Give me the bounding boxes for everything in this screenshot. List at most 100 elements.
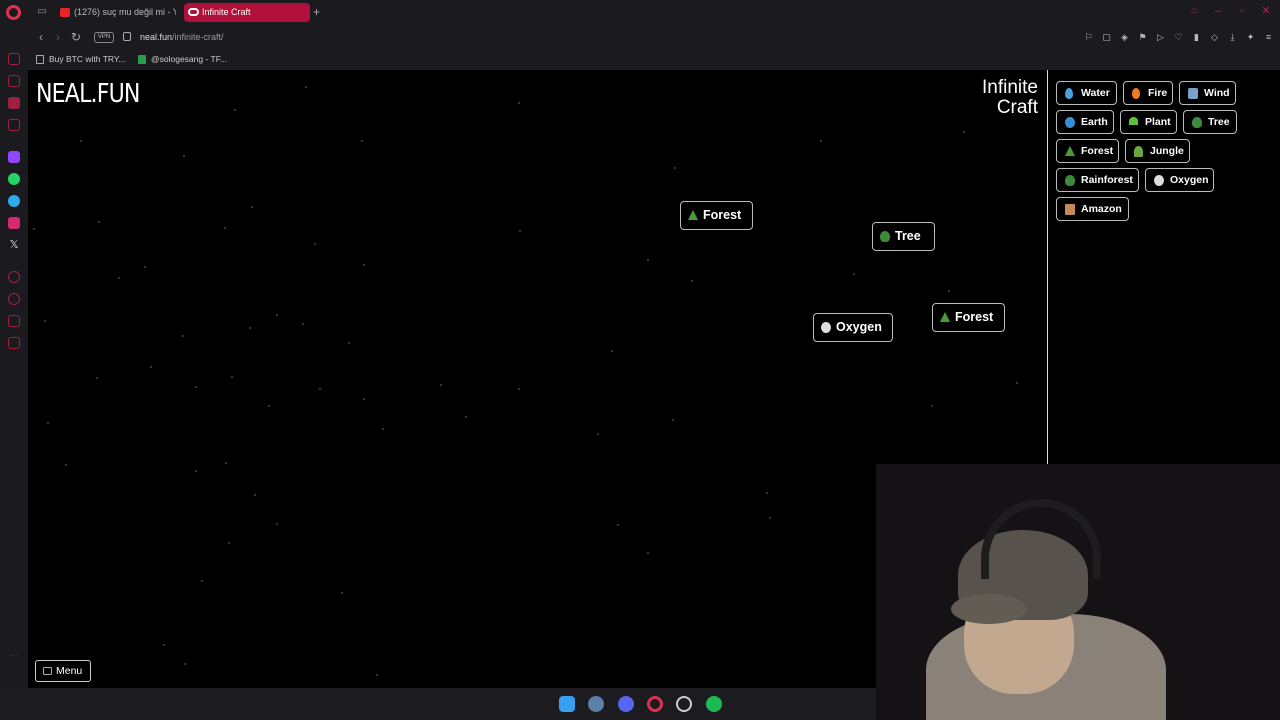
minimize-icon[interactable]: – bbox=[1212, 5, 1224, 17]
sidebar-item-rainforest[interactable]: Rainforest bbox=[1056, 168, 1139, 192]
item-label: Oxygen bbox=[1170, 174, 1209, 186]
x-icon[interactable]: 𝕏 bbox=[8, 239, 20, 251]
address-bar-tools: ⚐ ▢ ◈ ⚑ ▷ ♡ ▮ ◇ ⤓ ✦ ≡ bbox=[1083, 31, 1274, 43]
box-icon bbox=[1065, 204, 1075, 215]
bookmark-icon[interactable]: ⚐ bbox=[1083, 31, 1094, 43]
url-path: /infinite-craft/ bbox=[172, 32, 224, 42]
item-label: Tree bbox=[1208, 116, 1230, 128]
wind-icon bbox=[1188, 88, 1198, 99]
seedling-icon bbox=[1129, 117, 1138, 125]
menu-button[interactable]: Menu bbox=[35, 660, 91, 682]
sidebar-item-jungle[interactable]: Jungle bbox=[1125, 139, 1190, 163]
ai-icon[interactable]: ✦ bbox=[1245, 31, 1256, 43]
download-icon[interactable]: ⤓ bbox=[1227, 31, 1238, 43]
browser-tab-bar: ▭ (1276) suç mu değil mi - Yo Infinite C… bbox=[0, 0, 1280, 25]
item-label: Wind bbox=[1204, 87, 1230, 99]
item-label: Water bbox=[1081, 87, 1110, 99]
flow-icon[interactable] bbox=[8, 97, 20, 109]
canvas-item-oxygen[interactable]: Oxygen bbox=[813, 313, 893, 342]
sidebar-item-amazon[interactable]: Amazon bbox=[1056, 197, 1129, 221]
menu-icon[interactable]: ≡ bbox=[1263, 31, 1274, 43]
evergreen-tree-icon bbox=[688, 210, 698, 220]
forward-icon[interactable]: › bbox=[52, 31, 64, 44]
tools-icon[interactable] bbox=[8, 119, 20, 131]
opera-sidebar: 𝕏 ··· bbox=[0, 25, 28, 688]
bookmark-sologesang[interactable]: @sologesang - TF... bbox=[138, 54, 227, 64]
bookmark-label: @sologesang - TF... bbox=[151, 54, 228, 64]
opera-taskbar-icon[interactable] bbox=[647, 696, 663, 712]
item-label: Forest bbox=[1081, 145, 1114, 157]
canvas-item-forest[interactable]: Forest bbox=[932, 303, 1005, 332]
sidebar-item-oxygen[interactable]: Oxygen bbox=[1145, 168, 1214, 192]
sidebar-item-forest[interactable]: Forest bbox=[1056, 139, 1119, 163]
url-host: neal.fun bbox=[140, 32, 173, 42]
spotify-icon[interactable] bbox=[706, 696, 722, 712]
player-icon[interactable] bbox=[8, 271, 20, 283]
translate-icon[interactable]: ⚑ bbox=[1137, 31, 1148, 43]
deciduous-tree-icon bbox=[1065, 175, 1075, 186]
canvas-item-forest[interactable]: Forest bbox=[680, 201, 753, 230]
telegram-icon[interactable] bbox=[8, 195, 20, 207]
menu-icon bbox=[43, 667, 52, 675]
tab-youtube[interactable]: (1276) suç mu değil mi - Yo bbox=[56, 3, 176, 22]
item-label: Amazon bbox=[1081, 203, 1122, 215]
search-icon[interactable]: ○ bbox=[1188, 5, 1200, 17]
opera-logo-icon[interactable] bbox=[6, 5, 21, 20]
snapshot-icon[interactable]: ▢ bbox=[1101, 31, 1112, 43]
steam-icon[interactable] bbox=[588, 696, 604, 712]
item-label: Rainforest bbox=[1081, 174, 1133, 186]
vpn-badge[interactable]: VPN bbox=[94, 32, 114, 43]
sidebar-item-earth[interactable]: Earth bbox=[1056, 110, 1114, 134]
tab-menu-icon[interactable]: ▭ bbox=[36, 6, 48, 18]
tab-infinite-craft[interactable]: Infinite Craft bbox=[184, 3, 310, 22]
url-field[interactable]: neal.fun/infinite-craft/ bbox=[140, 32, 224, 42]
settings-icon[interactable] bbox=[8, 337, 20, 349]
taskbar bbox=[0, 688, 876, 720]
page-icon bbox=[36, 55, 44, 64]
lock-icon[interactable] bbox=[123, 32, 131, 41]
droplet-icon bbox=[1065, 88, 1073, 99]
history-icon[interactable] bbox=[8, 293, 20, 305]
shield-icon[interactable]: ◈ bbox=[1119, 31, 1130, 43]
canvas-item-tree[interactable]: Tree bbox=[872, 222, 935, 251]
heart-icon[interactable]: ♡ bbox=[1173, 31, 1184, 43]
reload-icon[interactable]: ↻ bbox=[70, 31, 82, 44]
maximize-icon[interactable]: ▫ bbox=[1236, 5, 1248, 17]
windows-start-icon[interactable] bbox=[559, 696, 575, 712]
aria-icon[interactable] bbox=[8, 53, 20, 65]
item-label: Forest bbox=[955, 310, 994, 324]
twitch-icon[interactable] bbox=[8, 151, 20, 163]
back-icon[interactable]: ‹ bbox=[35, 31, 47, 44]
sidebar-item-wind[interactable]: Wind bbox=[1179, 81, 1236, 105]
instagram-icon[interactable] bbox=[8, 217, 20, 229]
neal-fun-logo[interactable]: NEAL.FUN bbox=[36, 79, 140, 109]
play-icon[interactable]: ▷ bbox=[1155, 31, 1166, 43]
item-label: Plant bbox=[1145, 116, 1171, 128]
whatsapp-icon[interactable] bbox=[8, 173, 20, 185]
evergreen-tree-icon bbox=[1065, 146, 1075, 156]
address-bar: ‹ › ↻ VPN neal.fun/infinite-craft/ ⚐ ▢ ◈… bbox=[28, 25, 1280, 50]
tab-label: (1276) suç mu değil mi - Yo bbox=[74, 7, 176, 17]
bookmarks-bar: Buy BTC with TRY... @sologesang - TF... bbox=[28, 50, 1280, 70]
sidebar-item-fire[interactable]: Fire bbox=[1123, 81, 1173, 105]
discord-icon[interactable] bbox=[618, 696, 634, 712]
sidebar-item-plant[interactable]: Plant bbox=[1120, 110, 1177, 134]
items-sidebar: Water Fire Wind Earth Plant Tree Forest … bbox=[1047, 70, 1280, 464]
more-icon[interactable]: ··· bbox=[8, 649, 20, 661]
sidebar-item-tree[interactable]: Tree bbox=[1183, 110, 1237, 134]
battery-icon[interactable]: ▮ bbox=[1191, 31, 1202, 43]
sidebar-item-water[interactable]: Water bbox=[1056, 81, 1117, 105]
menu-label: Menu bbox=[56, 665, 83, 677]
evergreen-tree-icon bbox=[940, 312, 950, 322]
new-tab-button[interactable]: + bbox=[313, 5, 320, 19]
close-icon[interactable]: ✕ bbox=[1260, 5, 1272, 17]
bookmark-btc[interactable]: Buy BTC with TRY... bbox=[36, 54, 126, 64]
obs-icon[interactable] bbox=[676, 696, 692, 712]
window-controls: ○ – ▫ ✕ bbox=[1188, 5, 1272, 17]
youtube-icon bbox=[60, 8, 70, 17]
bookmarks-icon[interactable] bbox=[8, 75, 20, 87]
extensions-sidebar-icon[interactable] bbox=[8, 315, 20, 327]
item-label: Forest bbox=[703, 208, 742, 222]
fire-icon bbox=[1132, 88, 1140, 99]
extensions-icon[interactable]: ◇ bbox=[1209, 31, 1220, 43]
